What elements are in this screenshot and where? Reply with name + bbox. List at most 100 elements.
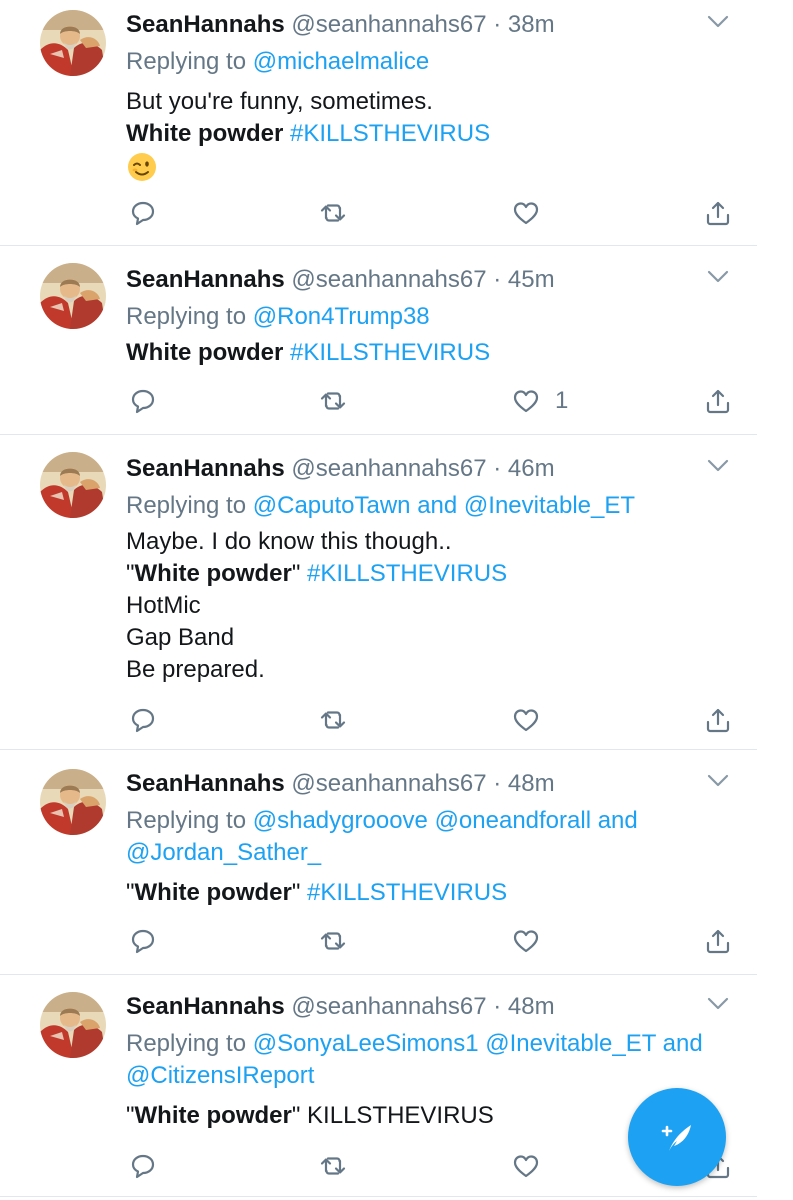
chevron-down-icon[interactable] [706, 269, 730, 285]
chevron-down-icon[interactable] [706, 14, 730, 30]
mention-link[interactable]: @SonyaLeeSimons1 [253, 1030, 479, 1057]
separator-dot: · [493, 455, 502, 482]
text-line: "White powder" #KILLSTHEVIRUS [126, 879, 508, 906]
user-handle[interactable]: @seanhannahs67 [291, 11, 486, 38]
compose-tweet-button[interactable] [628, 1088, 726, 1186]
tweet-header: SeanHannahs @seanhannahs67 · 46m [126, 454, 555, 484]
user-name[interactable]: SeanHannahs [126, 11, 285, 38]
mention-link[interactable]: @Ron4Trump38 [253, 303, 430, 330]
retweet-button[interactable] [318, 195, 348, 231]
like-button[interactable] [511, 195, 555, 231]
tweet-text: "White powder" #KILLSTHEVIRUS [126, 877, 746, 909]
chevron-down-icon[interactable] [706, 773, 730, 789]
avatar[interactable] [40, 452, 106, 518]
share-icon [703, 926, 733, 956]
user-handle[interactable]: @seanhannahs67 [291, 266, 486, 293]
share-button[interactable] [703, 923, 733, 959]
heart-icon [511, 926, 541, 956]
retweet-button[interactable] [318, 702, 348, 738]
avatar[interactable] [40, 10, 106, 76]
timestamp[interactable]: 48m [508, 993, 555, 1020]
action-bar [0, 195, 793, 231]
user-name[interactable]: SeanHannahs [126, 266, 285, 293]
mention-link[interactable]: @Inevitable_ET [464, 492, 635, 519]
like-button[interactable] [511, 702, 555, 738]
reply-button[interactable] [128, 923, 158, 959]
mention-link[interactable]: @CaputoTawn [253, 492, 411, 519]
tweet-text: But you're funny, sometimes. White powde… [126, 86, 746, 183]
tweet[interactable]: SeanHannahs @seanhannahs67 · 48m Replyin… [0, 759, 793, 974]
action-bar [0, 702, 793, 738]
hashtag-link[interactable]: #KILLSTHEVIRUS [307, 879, 507, 906]
like-button[interactable] [511, 923, 555, 959]
hashtag-link[interactable]: #KILLSTHEVIRUS [307, 560, 507, 587]
text-line: Maybe. I do know this though.. [126, 528, 452, 555]
retweet-icon [318, 198, 348, 228]
tweet[interactable]: SeanHannahs @seanhannahs67 · 38m Replyin… [0, 0, 793, 245]
replying-to: Replying to @CaputoTawn and @Inevitable_… [126, 492, 636, 519]
bold-text: White powder [126, 339, 284, 366]
tweet[interactable]: SeanHannahs @seanhannahs67 · 46m Replyin… [0, 444, 793, 749]
timestamp[interactable]: 48m [508, 770, 555, 797]
divider [0, 749, 757, 750]
bold-text: White powder [134, 1102, 292, 1129]
tweet-text: Maybe. I do know this though.. "White po… [126, 526, 746, 686]
separator-dot: · [493, 11, 502, 38]
text-line: But you're funny, sometimes. [126, 88, 433, 115]
avatar[interactable] [40, 992, 106, 1058]
like-button[interactable]: 1 [511, 383, 568, 419]
retweet-button[interactable] [318, 383, 348, 419]
separator-dot: · [493, 266, 502, 293]
text-line: "White powder" #KILLSTHEVIRUS [126, 560, 508, 587]
timestamp[interactable]: 38m [508, 11, 555, 38]
reply-button[interactable] [128, 383, 158, 419]
user-handle[interactable]: @seanhannahs67 [291, 455, 486, 482]
tweet-text: White powder #KILLSTHEVIRUS [126, 337, 746, 369]
user-name[interactable]: SeanHannahs [126, 993, 285, 1020]
hashtag-link[interactable]: #KILLSTHEVIRUS [290, 339, 490, 366]
heart-icon [511, 386, 541, 416]
avatar[interactable] [40, 263, 106, 329]
tweet[interactable]: SeanHannahs @seanhannahs67 · 45m Replyin… [0, 255, 793, 435]
timestamp[interactable]: 45m [508, 266, 555, 293]
bold-text: White powder [126, 120, 284, 147]
bold-text: White powder [134, 879, 292, 906]
timestamp[interactable]: 46m [508, 455, 555, 482]
mention-link[interactable]: @oneandforall [435, 807, 591, 834]
heart-icon [511, 705, 541, 735]
retweet-button[interactable] [318, 1148, 348, 1184]
mention-link[interactable]: @Inevitable_ET [485, 1030, 656, 1057]
mention-link[interactable]: @CitizensIReport [126, 1062, 314, 1089]
retweet-button[interactable] [318, 923, 348, 959]
mention-link[interactable]: @michaelmalice [253, 48, 429, 75]
share-button[interactable] [703, 195, 733, 231]
mention-link[interactable]: @shadygrooove [253, 807, 428, 834]
user-handle[interactable]: @seanhannahs67 [291, 993, 486, 1020]
reply-button[interactable] [128, 1148, 158, 1184]
avatar[interactable] [40, 769, 106, 835]
chevron-down-icon[interactable] [706, 996, 730, 1012]
divider [0, 1196, 757, 1197]
divider [0, 245, 757, 246]
user-name[interactable]: SeanHannahs [126, 455, 285, 482]
reply-icon [128, 386, 158, 416]
hashtag-link[interactable]: #KILLSTHEVIRUS [290, 120, 490, 147]
share-button[interactable] [703, 383, 733, 419]
replying-to: Replying to @SonyaLeeSimons1 @Inevitable… [126, 1030, 703, 1089]
user-name[interactable]: SeanHannahs [126, 770, 285, 797]
replying-to: Replying to @Ron4Trump38 [126, 303, 430, 330]
replying-to: Replying to @shadygrooove @oneandforall … [126, 807, 638, 866]
share-icon [703, 386, 733, 416]
like-button[interactable] [511, 1148, 555, 1184]
tweet-header: SeanHannahs @seanhannahs67 · 38m [126, 10, 555, 40]
reply-button[interactable] [128, 702, 158, 738]
user-handle[interactable]: @seanhannahs67 [291, 770, 486, 797]
mention-link[interactable]: @Jordan_Sather_ [126, 839, 321, 866]
chevron-down-icon[interactable] [706, 458, 730, 474]
tweet-header: SeanHannahs @seanhannahs67 · 48m [126, 769, 555, 799]
share-button[interactable] [703, 702, 733, 738]
like-count: 1 [555, 387, 569, 414]
reply-icon [128, 705, 158, 735]
text-line: Be prepared. [126, 656, 265, 683]
reply-button[interactable] [128, 195, 158, 231]
